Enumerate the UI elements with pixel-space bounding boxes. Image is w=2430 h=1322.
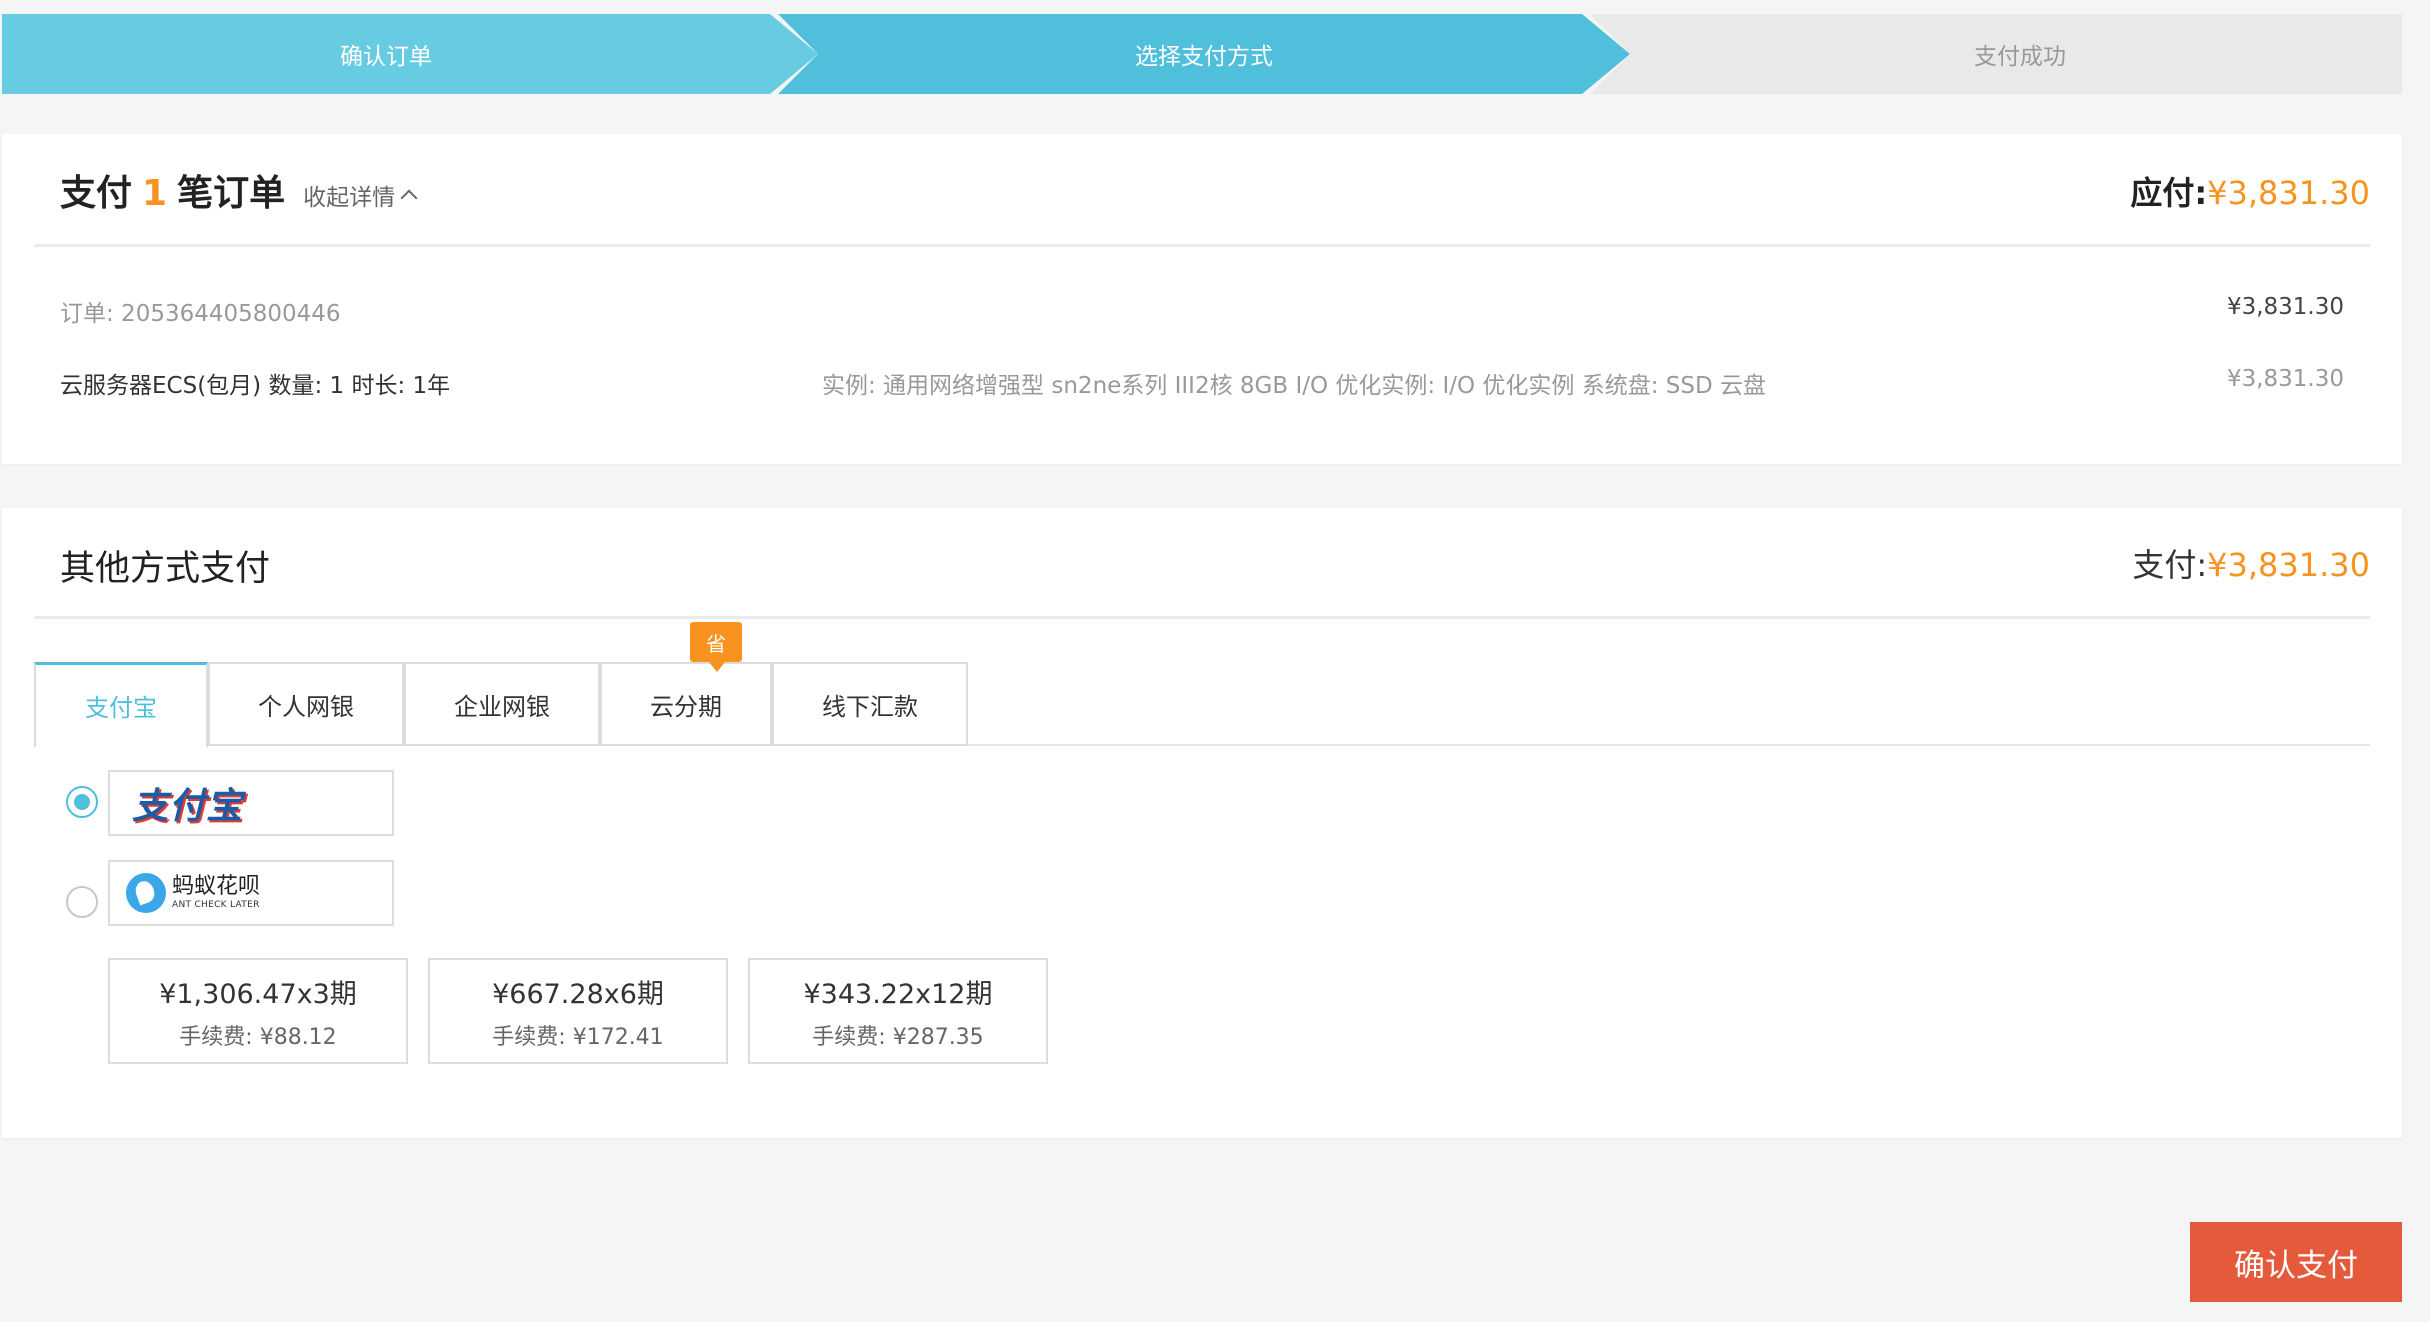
step-label: 确认订单 [340,44,432,70]
plan-amount: ¥1,306.47x3期 [159,978,357,1010]
order-title-prefix: 支付 [60,173,133,214]
payment-total-label: 支付: [2132,546,2208,584]
payment-method-card: 其他方式支付 支付: ¥3,831.30 支付宝 个人网银 企业网银 云分期 线… [2,508,2402,1138]
product-amount: ¥3,831.30 [2226,366,2344,392]
checkout-progress-steps: 确认订单 选择支付方式 支付成功 [2,14,2402,94]
order-count: 1 [142,173,168,214]
step-select-payment: 选择支付方式 [778,14,1630,94]
huabei-option[interactable]: 蚂蚁花呗 ANT CHECK LATER [108,860,394,926]
plan-fee: 手续费: ¥287.35 [812,1024,984,1050]
installment-plan-12[interactable]: ¥343.22x12期 手续费: ¥287.35 [748,958,1048,1064]
installment-plan-6[interactable]: ¥667.28x6期 手续费: ¥172.41 [428,958,728,1064]
tab-installment[interactable]: 云分期 [600,662,772,746]
order-summary-card: 支付 1 笔订单 收起详情 应付: ¥3,831.30 订单: 20536440… [2,134,2402,464]
huabei-logo: 蚂蚁花呗 ANT CHECK LATER [172,876,260,910]
collapse-details-label: 收起详情 [303,185,396,211]
plan-amount: ¥667.28x6期 [492,978,664,1010]
chevron-up-icon [400,189,418,207]
order-number: 订单: 205364405800446 [60,301,341,327]
collapse-details-link[interactable]: 收起详情 [303,178,418,212]
amount-due: 应付: ¥3,831.30 [2130,168,2370,214]
huabei-name: 蚂蚁花呗 [172,874,261,899]
payment-total: 支付: ¥3,831.30 [2132,540,2370,586]
installment-plan-3[interactable]: ¥1,306.47x3期 手续费: ¥88.12 [108,958,408,1064]
confirm-payment-button[interactable]: 确认支付 [2190,1222,2402,1302]
huabei-name-en: ANT CHECK LATER [172,900,260,910]
plan-fee: 手续费: ¥172.41 [492,1024,664,1050]
step-confirm-order: 确认订单 [2,14,818,94]
tab-enterprise-bank[interactable]: 企业网银 [404,662,600,746]
plan-fee: 手续费: ¥88.12 [179,1024,337,1050]
amount-due-label: 应付: [2130,174,2208,212]
plan-amount: ¥343.22x12期 [803,978,993,1010]
alipay-logo: 支付宝 [132,785,244,827]
alipay-radio[interactable] [66,786,98,818]
order-number-amount: ¥3,831.30 [2226,294,2344,320]
amount-due-value: ¥3,831.30 [2207,174,2370,212]
tab-offline-transfer[interactable]: 线下汇款 [772,662,968,746]
payment-tabs: 支付宝 个人网银 企业网银 云分期 线下汇款 [34,662,2370,748]
order-title-suffix: 笔订单 [177,173,286,214]
payment-total-value: ¥3,831.30 [2207,546,2370,584]
alipay-option[interactable]: 支付宝 [108,770,394,836]
order-summary-title: 支付 1 笔订单 收起详情 [60,164,418,224]
tab-alipay[interactable]: 支付宝 [34,662,208,748]
divider [34,244,2370,247]
payment-section-title: 其他方式支付 [60,549,271,589]
huabei-radio[interactable] [66,886,98,918]
tab-personal-bank[interactable]: 个人网银 [208,662,404,746]
product-description: 云服务器ECS(包月) 数量: 1 时长: 1年 [60,373,451,399]
divider [34,616,2370,619]
save-badge: 省 [690,622,742,672]
product-spec: 实例: 通用网络增强型 sn2ne系列 III2核 8GB I/O 优化实例: … [822,373,1766,399]
step-label: 选择支付方式 [1135,44,1273,70]
step-label: 支付成功 [1974,44,2066,70]
step-payment-success: 支付成功 [1590,14,2402,94]
huabei-logo-icon [126,873,166,913]
